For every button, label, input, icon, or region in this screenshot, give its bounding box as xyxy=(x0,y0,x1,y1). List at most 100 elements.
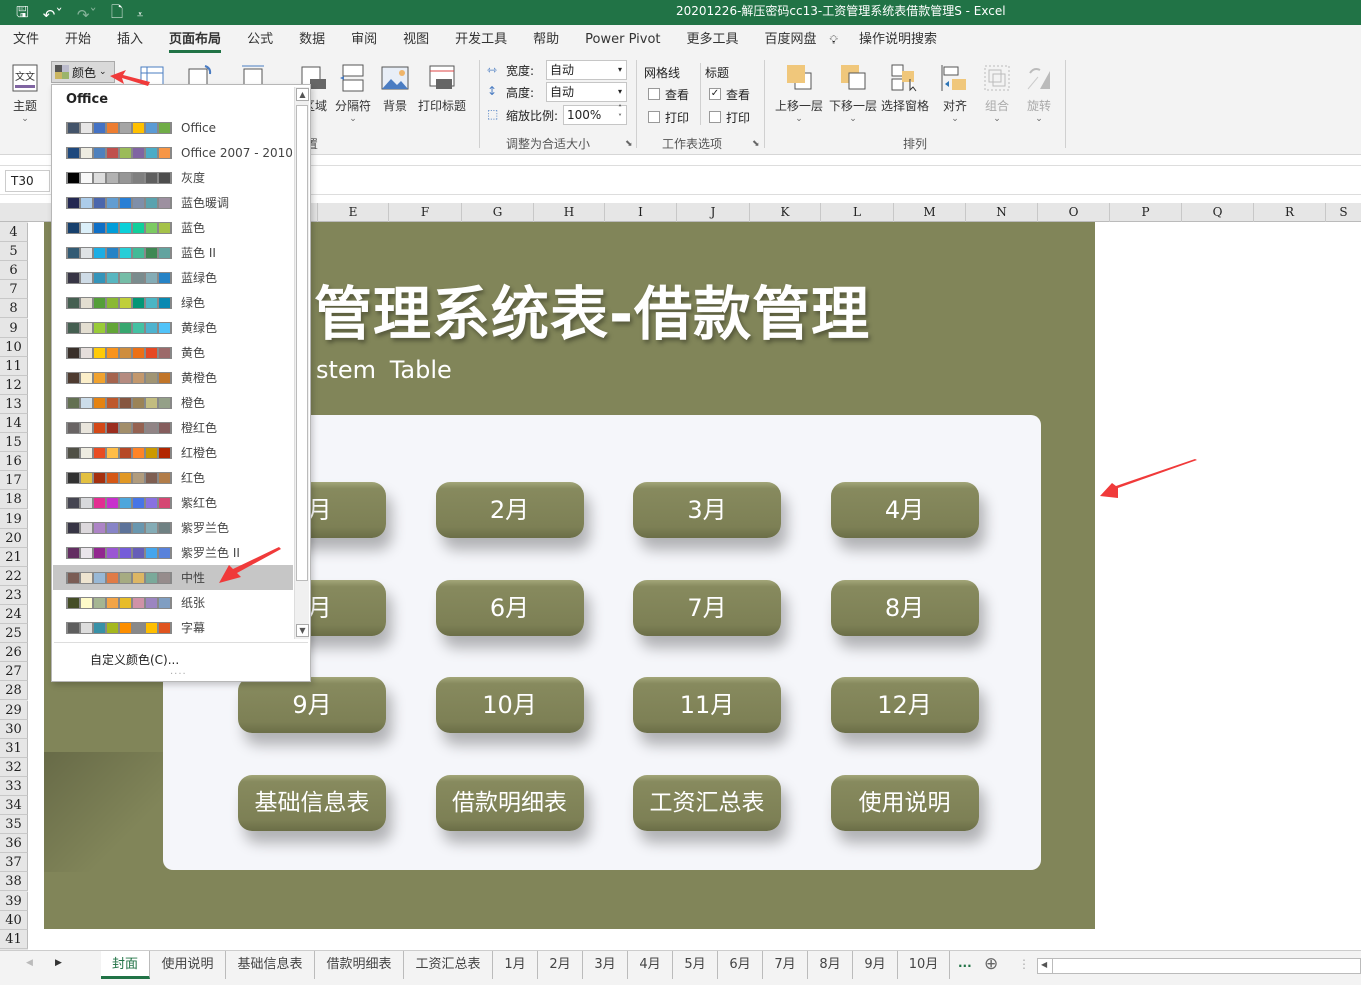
row-header[interactable]: 19 xyxy=(0,509,28,529)
column-header[interactable]: F xyxy=(388,203,461,222)
color-scheme-item[interactable]: 黄橙色 xyxy=(53,365,293,390)
nav-button[interactable]: 3月 xyxy=(633,482,781,538)
row-header[interactable]: 13 xyxy=(0,394,28,414)
column-header[interactable]: O xyxy=(1037,203,1109,222)
ribbon-tab-2[interactable]: 插入 xyxy=(104,25,156,55)
formula-input[interactable] xyxy=(310,166,1361,194)
row-header[interactable]: 37 xyxy=(0,853,28,873)
nav-button[interactable]: 4月 xyxy=(830,482,979,538)
row-header[interactable]: 32 xyxy=(0,757,28,777)
column-header[interactable]: S xyxy=(1325,203,1361,222)
selection-pane-button[interactable]: 选择窗格 xyxy=(881,55,929,114)
row-header[interactable]: 7 xyxy=(0,280,28,300)
nav-button[interactable]: 12月 xyxy=(830,677,979,733)
bring-forward-button[interactable]: 上移一层 ⌄ xyxy=(775,55,823,124)
ribbon-tab-6[interactable]: 审阅 xyxy=(338,25,390,55)
sheet-tab[interactable]: 封面 xyxy=(101,951,150,979)
color-scheme-item[interactable]: 橙红色 xyxy=(53,415,293,440)
row-header[interactable]: 21 xyxy=(0,547,28,567)
print-titles-button[interactable]: 打印标题 xyxy=(418,55,466,114)
sheet-tab[interactable]: 2月 xyxy=(538,951,583,979)
nav-button[interactable]: 2月 xyxy=(435,482,584,538)
nav-button[interactable]: 7月 xyxy=(633,579,781,636)
column-header[interactable]: J xyxy=(676,203,749,222)
send-backward-button[interactable]: 下移一层 ⌄ xyxy=(829,55,877,124)
nav-button[interactable]: 10月 xyxy=(435,677,584,733)
sheet-tab[interactable]: 使用说明 xyxy=(150,951,226,979)
column-header[interactable]: Q xyxy=(1181,203,1253,222)
color-scheme-item[interactable]: 紫罗兰色 II xyxy=(53,540,293,565)
row-header[interactable]: 26 xyxy=(0,643,28,663)
dialog-launcher-icon[interactable]: ⬊ xyxy=(625,139,633,149)
breaks-button[interactable]: 分隔符 ⌄ xyxy=(335,55,371,124)
sheet-tab[interactable]: 借款明细表 xyxy=(315,951,404,979)
print-preview-icon[interactable]: 🗋 xyxy=(111,2,123,27)
scroll-down-icon[interactable]: ▼ xyxy=(296,624,309,637)
row-header[interactable]: 17 xyxy=(0,471,28,491)
column-header[interactable]: G xyxy=(461,203,533,222)
color-scheme-item[interactable]: 红橙色 xyxy=(53,440,293,465)
nav-button[interactable]: 借款明细表 xyxy=(435,774,584,831)
headings-print-checkbox[interactable] xyxy=(709,111,721,123)
nav-button[interactable]: 使用说明 xyxy=(830,774,979,831)
row-header[interactable]: 22 xyxy=(0,566,28,586)
ribbon-tab-7[interactable]: 视图 xyxy=(390,25,442,55)
row-header[interactable]: 29 xyxy=(0,700,28,720)
nav-button[interactable]: 工资汇总表 xyxy=(633,774,781,831)
row-header[interactable]: 18 xyxy=(0,490,28,510)
sheet-tab[interactable]: 10月 xyxy=(898,951,950,979)
gridlines-view-checkbox[interactable] xyxy=(648,88,660,100)
column-header[interactable]: R xyxy=(1253,203,1325,222)
color-scheme-item[interactable]: 紫罗兰色 xyxy=(53,515,293,540)
sheet-tab[interactable]: 4月 xyxy=(628,951,673,979)
resize-grip[interactable]: ···· xyxy=(170,669,187,680)
dropdown-scrollbar[interactable]: ▲ ▼ xyxy=(294,87,309,639)
height-select[interactable]: 自动 ▾ xyxy=(546,82,627,102)
row-header[interactable]: 25 xyxy=(0,624,28,644)
column-header[interactable]: M xyxy=(893,203,965,222)
color-scheme-item[interactable]: 纸张 xyxy=(53,590,293,615)
scroll-thumb[interactable] xyxy=(296,105,308,581)
row-header[interactable]: 34 xyxy=(0,796,28,815)
row-header[interactable]: 39 xyxy=(0,891,28,911)
sheet-tab[interactable]: 工资汇总表 xyxy=(404,951,493,979)
background-button[interactable]: 背景 xyxy=(380,55,410,114)
color-scheme-item[interactable]: 红色 xyxy=(53,465,293,490)
color-scheme-item[interactable]: Office 2007 - 2010 xyxy=(53,140,293,165)
width-select[interactable]: 自动 ▾ xyxy=(546,60,627,80)
color-scheme-item[interactable]: 紫红色 xyxy=(53,490,293,515)
name-box[interactable]: T30 xyxy=(5,170,50,192)
column-header[interactable]: H xyxy=(533,203,604,222)
row-header[interactable]: 12 xyxy=(0,375,28,395)
gridlines-print-checkbox[interactable] xyxy=(648,111,660,123)
color-scheme-item[interactable]: 蓝色暖调 xyxy=(53,190,293,215)
ribbon-tab-8[interactable]: 开发工具 xyxy=(442,25,520,55)
sheet-tab[interactable]: 6月 xyxy=(718,951,763,979)
row-header[interactable]: 14 xyxy=(0,414,28,433)
row-header[interactable]: 41 xyxy=(0,929,28,949)
color-scheme-item[interactable]: 黄绿色 xyxy=(53,315,293,340)
row-header[interactable]: 4 xyxy=(0,223,28,242)
customize-icon[interactable]: ⩡ xyxy=(137,8,143,22)
column-header[interactable]: N xyxy=(965,203,1037,222)
ribbon-tab-1[interactable]: 开始 xyxy=(52,25,104,55)
color-scheme-item[interactable]: 橙色 xyxy=(53,390,293,415)
row-header[interactable]: 8 xyxy=(0,299,28,319)
column-header[interactable]: I xyxy=(604,203,676,222)
nav-button[interactable]: 8月 xyxy=(830,579,979,636)
ribbon-tab-10[interactable]: Power Pivot xyxy=(572,25,673,55)
nav-button[interactable]: 6月 xyxy=(435,579,584,636)
ribbon-tab-12[interactable]: 百度网盘 xyxy=(752,25,830,55)
nav-button[interactable]: 9月 xyxy=(238,677,386,733)
headings-view-checkbox[interactable]: ✓ xyxy=(709,88,721,100)
ribbon-tab-13[interactable]: 操作说明搜索 xyxy=(846,25,950,55)
colors-button[interactable]: 颜色 ⌄ xyxy=(51,61,115,83)
align-button[interactable]: 对齐 ⌄ xyxy=(940,55,970,124)
row-header[interactable]: 10 xyxy=(0,337,28,357)
column-header[interactable]: L xyxy=(820,203,893,222)
sheet-tab[interactable]: 1月 xyxy=(493,951,538,979)
row-header[interactable]: 27 xyxy=(0,662,28,682)
nav-button[interactable]: 11月 xyxy=(633,677,781,733)
color-scheme-item[interactable]: 字幕 xyxy=(53,615,293,640)
sheet-tab[interactable]: 8月 xyxy=(808,951,853,979)
